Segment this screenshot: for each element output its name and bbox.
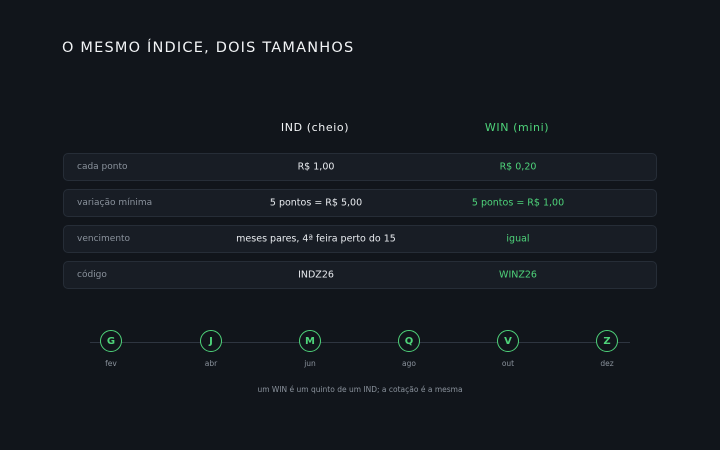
month-code-badge: Q bbox=[398, 330, 420, 352]
ind-value: meses pares, 4ª feira perto do 15 bbox=[236, 233, 396, 245]
month-name: abr bbox=[204, 359, 218, 368]
win-value: igual bbox=[506, 233, 530, 245]
footnote: um WIN é um quinto de um IND; a cotação … bbox=[257, 385, 463, 394]
row-cada-ponto: cada ponto R$ 1,00 R$ 0,20 bbox=[63, 153, 657, 181]
month-name: dez bbox=[600, 359, 614, 368]
month-code-badge: Z bbox=[596, 330, 618, 352]
month-name: out bbox=[501, 359, 515, 368]
column-header-win: WIN (mini) bbox=[484, 121, 550, 134]
row-variacao-minima: variação mínima 5 pontos = R$ 5,00 5 pon… bbox=[63, 189, 657, 217]
ind-value: 5 pontos = R$ 5,00 bbox=[269, 197, 363, 209]
month-name: jun bbox=[304, 359, 316, 368]
row-vencimento: vencimento meses pares, 4ª feira perto d… bbox=[63, 225, 657, 253]
row-codigo: código INDZ26 WINZ26 bbox=[63, 261, 657, 289]
month-code-badge: V bbox=[497, 330, 519, 352]
row-label: variação mínima bbox=[77, 198, 153, 208]
month-marker-dez: Z dez bbox=[587, 330, 627, 368]
row-label: vencimento bbox=[77, 234, 131, 244]
month-marker-jun: M jun bbox=[290, 330, 330, 368]
win-value: 5 pontos = R$ 1,00 bbox=[471, 197, 565, 209]
win-value: WINZ26 bbox=[499, 269, 537, 281]
month-code-badge: G bbox=[100, 330, 122, 352]
month-marker-fev: G fev bbox=[91, 330, 131, 368]
month-name: ago bbox=[402, 359, 416, 368]
page-title: O MESMO ÍNDICE, DOIS TAMANHOS bbox=[62, 40, 355, 56]
month-marker-ago: Q ago bbox=[389, 330, 429, 368]
win-value: R$ 0,20 bbox=[499, 161, 537, 173]
month-code-badge: M bbox=[299, 330, 321, 352]
ind-value: INDZ26 bbox=[298, 269, 334, 281]
month-name: fev bbox=[105, 359, 117, 368]
ind-value: R$ 1,00 bbox=[297, 161, 335, 173]
month-code-badge: J bbox=[200, 330, 222, 352]
month-marker-abr: J abr bbox=[191, 330, 231, 368]
timeline-line bbox=[90, 342, 630, 343]
column-header-ind: IND (cheio) bbox=[280, 121, 350, 134]
row-label: código bbox=[77, 270, 107, 280]
month-marker-out: V out bbox=[488, 330, 528, 368]
row-label: cada ponto bbox=[77, 162, 128, 172]
